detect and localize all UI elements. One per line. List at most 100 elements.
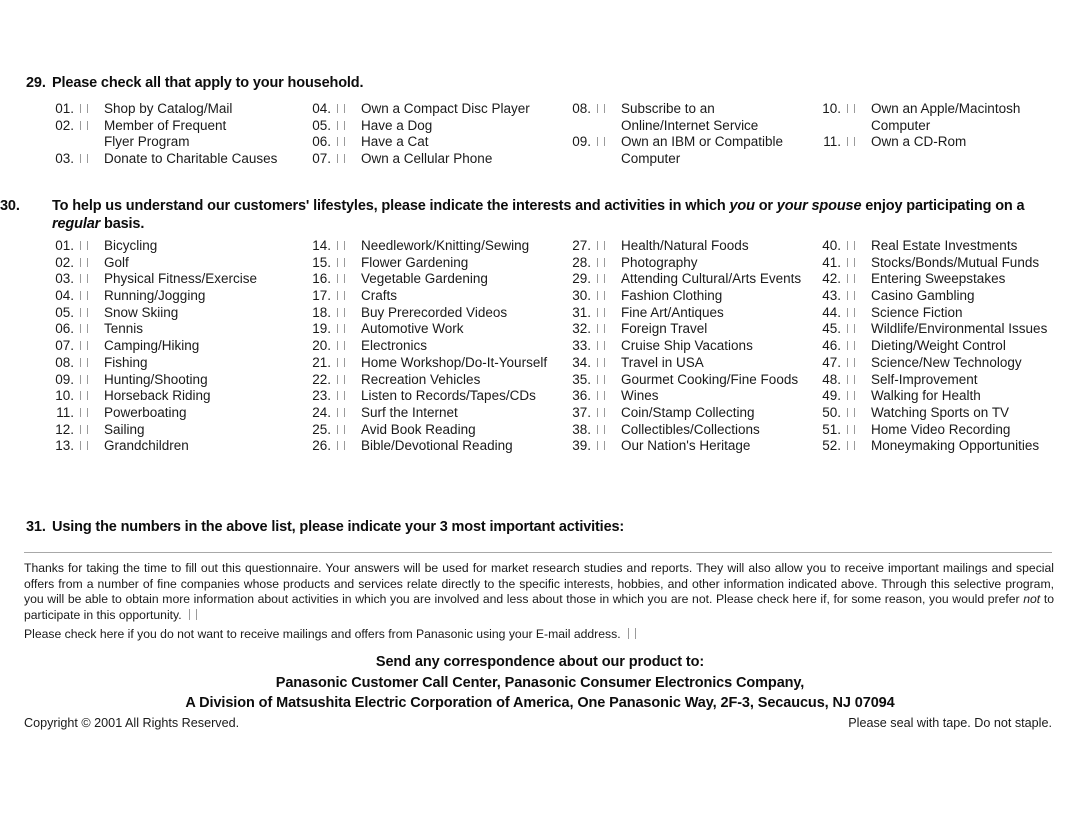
option-checkbox[interactable]: [331, 338, 353, 355]
option-checkbox[interactable]: [74, 422, 96, 439]
option-row[interactable]: 16. Vegetable Gardening: [301, 271, 547, 288]
option-checkbox[interactable]: [331, 101, 353, 118]
option-row[interactable]: 04. Own a Compact Disc Player: [301, 101, 530, 118]
option-checkbox[interactable]: [841, 255, 863, 272]
option-row[interactable]: 05. Have a Dog: [301, 118, 530, 135]
option-row[interactable]: 30. Fashion Clothing: [561, 288, 801, 305]
option-row[interactable]: 27. Health/Natural Foods: [561, 238, 801, 255]
option-row[interactable]: 43. Casino Gambling: [811, 288, 1047, 305]
option-checkbox[interactable]: [841, 101, 863, 118]
option-checkbox[interactable]: [591, 134, 613, 151]
option-row[interactable]: 42. Entering Sweepstakes: [811, 271, 1047, 288]
option-checkbox[interactable]: [591, 355, 613, 372]
option-row[interactable]: 46. Dieting/Weight Control: [811, 338, 1047, 355]
option-row[interactable]: 14. Needlework/Knitting/Sewing: [301, 238, 547, 255]
option-checkbox[interactable]: [841, 321, 863, 338]
option-row[interactable]: 39. Our Nation's Heritage: [561, 438, 801, 455]
option-checkbox[interactable]: [331, 134, 353, 151]
option-checkbox[interactable]: [331, 405, 353, 422]
option-checkbox[interactable]: [591, 372, 613, 389]
option-row[interactable]: 11. Powerboating: [44, 405, 257, 422]
option-checkbox[interactable]: [591, 288, 613, 305]
option-row[interactable]: 38. Collectibles/Collections: [561, 422, 801, 439]
option-row[interactable]: 34. Travel in USA: [561, 355, 801, 372]
option-checkbox[interactable]: [331, 255, 353, 272]
option-checkbox[interactable]: [331, 305, 353, 322]
option-row[interactable]: 41. Stocks/Bonds/Mutual Funds: [811, 255, 1047, 272]
option-row[interactable]: 35. Gourmet Cooking/Fine Foods: [561, 372, 801, 389]
opt-out-program-checkbox[interactable]: [186, 608, 202, 620]
option-row[interactable]: 13. Grandchildren: [44, 438, 257, 455]
option-checkbox[interactable]: [841, 134, 863, 151]
option-row[interactable]: 25. Avid Book Reading: [301, 422, 547, 439]
option-row[interactable]: 20. Electronics: [301, 338, 547, 355]
option-checkbox[interactable]: [74, 305, 96, 322]
option-checkbox[interactable]: [74, 405, 96, 422]
option-row[interactable]: 29. Attending Cultural/Arts Events: [561, 271, 801, 288]
option-row[interactable]: 02. Member of Frequent: [44, 118, 277, 135]
option-row[interactable]: 36. Wines: [561, 388, 801, 405]
option-checkbox[interactable]: [74, 321, 96, 338]
option-row[interactable]: 52. Moneymaking Opportunities: [811, 438, 1047, 455]
option-row[interactable]: 03. Donate to Charitable Causes: [44, 151, 277, 168]
option-row[interactable]: 05. Snow Skiing: [44, 305, 257, 322]
option-checkbox[interactable]: [591, 422, 613, 439]
option-row[interactable]: 02. Golf: [44, 255, 257, 272]
option-row[interactable]: 22. Recreation Vehicles: [301, 372, 547, 389]
option-checkbox[interactable]: [331, 438, 353, 455]
option-checkbox[interactable]: [841, 355, 863, 372]
option-checkbox[interactable]: [841, 405, 863, 422]
option-row[interactable]: 51. Home Video Recording: [811, 422, 1047, 439]
option-row[interactable]: 10. Own an Apple/Macintosh: [811, 101, 1020, 118]
option-checkbox[interactable]: [591, 321, 613, 338]
option-checkbox[interactable]: [591, 305, 613, 322]
option-checkbox[interactable]: [331, 238, 353, 255]
option-row[interactable]: 45. Wildlife/Environmental Issues: [811, 321, 1047, 338]
option-checkbox[interactable]: [331, 151, 353, 168]
option-row[interactable]: 49. Walking for Health: [811, 388, 1047, 405]
option-row[interactable]: 32. Foreign Travel: [561, 321, 801, 338]
option-checkbox[interactable]: [74, 118, 96, 135]
option-checkbox[interactable]: [591, 438, 613, 455]
option-row[interactable]: 48. Self-Improvement: [811, 372, 1047, 389]
option-row[interactable]: 47. Science/New Technology: [811, 355, 1047, 372]
option-checkbox[interactable]: [841, 238, 863, 255]
option-row[interactable]: 37. Coin/Stamp Collecting: [561, 405, 801, 422]
option-checkbox[interactable]: [841, 305, 863, 322]
option-row[interactable]: 26. Bible/Devotional Reading: [301, 438, 547, 455]
option-row[interactable]: 03. Physical Fitness/Exercise: [44, 271, 257, 288]
option-row[interactable]: 17. Crafts: [301, 288, 547, 305]
option-checkbox[interactable]: [591, 271, 613, 288]
option-row[interactable]: 21. Home Workshop/Do-It-Yourself: [301, 355, 547, 372]
option-row[interactable]: 44. Science Fiction: [811, 305, 1047, 322]
option-row[interactable]: 18. Buy Prerecorded Videos: [301, 305, 547, 322]
option-row[interactable]: 09. Hunting/Shooting: [44, 372, 257, 389]
option-row[interactable]: 01. Bicycling: [44, 238, 257, 255]
option-checkbox[interactable]: [591, 101, 613, 118]
option-checkbox[interactable]: [74, 372, 96, 389]
option-row[interactable]: 40. Real Estate Investments: [811, 238, 1047, 255]
option-checkbox[interactable]: [591, 255, 613, 272]
option-row[interactable]: 08. Fishing: [44, 355, 257, 372]
option-checkbox[interactable]: [331, 288, 353, 305]
option-checkbox[interactable]: [841, 438, 863, 455]
option-row[interactable]: 31. Fine Art/Antiques: [561, 305, 801, 322]
opt-out-email-checkbox[interactable]: [625, 628, 641, 639]
option-row[interactable]: 15. Flower Gardening: [301, 255, 547, 272]
option-checkbox[interactable]: [841, 422, 863, 439]
option-checkbox[interactable]: [591, 388, 613, 405]
option-checkbox[interactable]: [74, 101, 96, 118]
option-checkbox[interactable]: [74, 255, 96, 272]
option-checkbox[interactable]: [74, 338, 96, 355]
option-row[interactable]: 04. Running/Jogging: [44, 288, 257, 305]
option-row[interactable]: 10. Horseback Riding: [44, 388, 257, 405]
option-checkbox[interactable]: [331, 321, 353, 338]
option-row[interactable]: 28. Photography: [561, 255, 801, 272]
option-row[interactable]: 23. Listen to Records/Tapes/CDs: [301, 388, 547, 405]
option-row[interactable]: 50. Watching Sports on TV: [811, 405, 1047, 422]
option-row[interactable]: 19. Automotive Work: [301, 321, 547, 338]
option-row[interactable]: 08. Subscribe to an: [561, 101, 783, 118]
option-row[interactable]: 33. Cruise Ship Vacations: [561, 338, 801, 355]
option-row[interactable]: 24. Surf the Internet: [301, 405, 547, 422]
option-checkbox[interactable]: [74, 288, 96, 305]
